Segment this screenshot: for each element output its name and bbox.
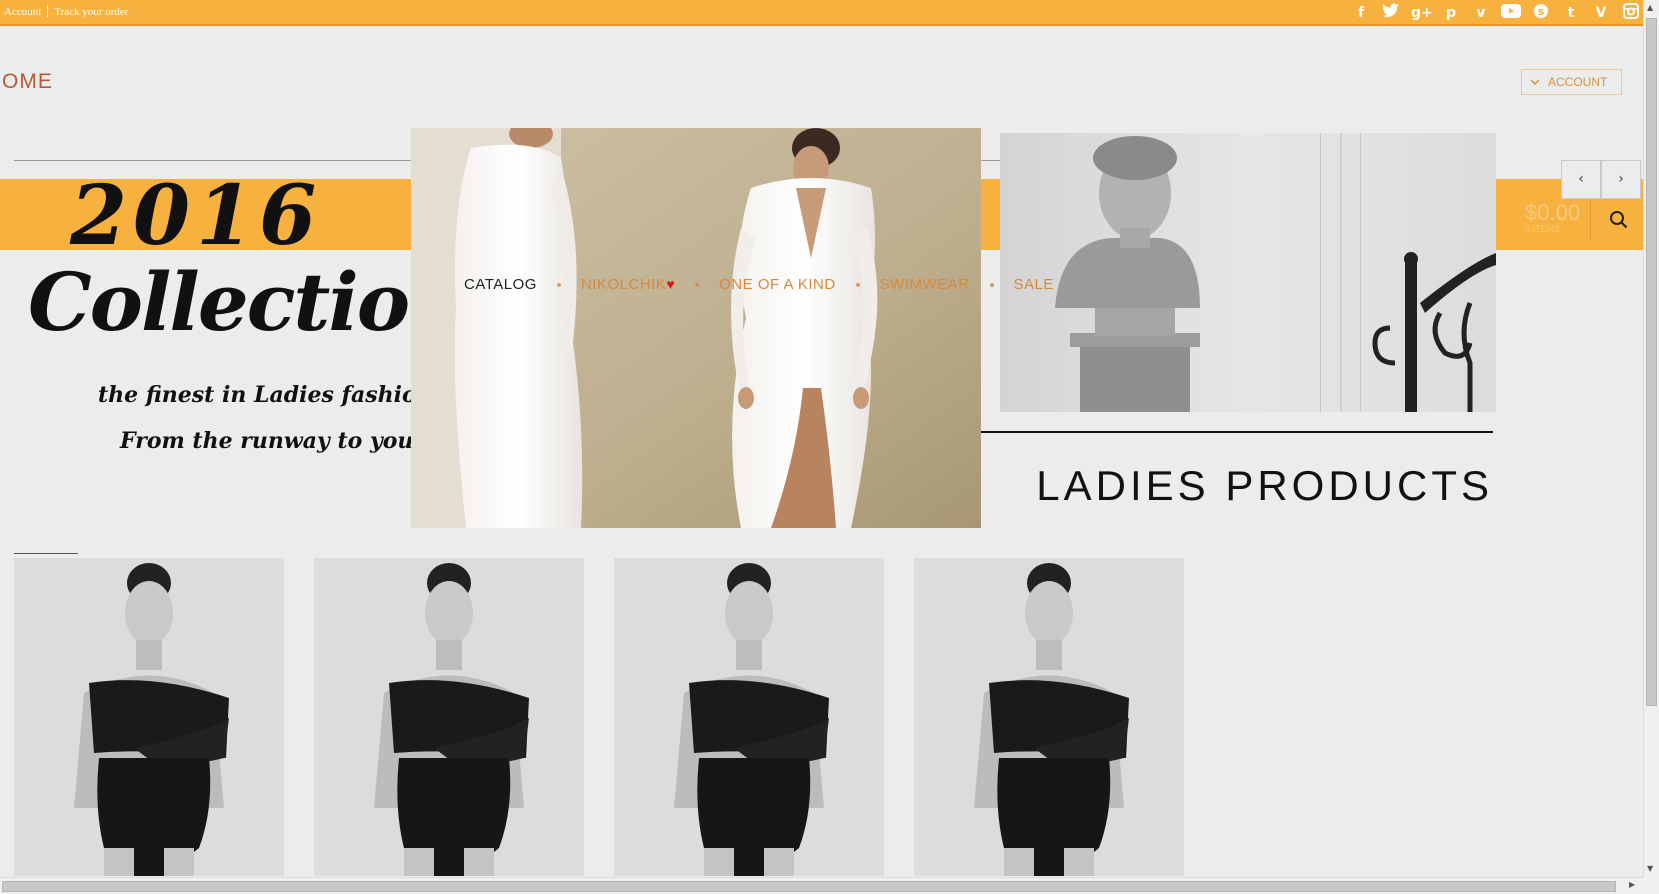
scroll-right-arrow-icon[interactable]: ▶ <box>1629 880 1635 889</box>
nav-separator <box>695 282 700 287</box>
page: Account Track your order f g+ p v s t V O… <box>0 0 1659 894</box>
nav-sale[interactable]: SALE <box>1014 276 1054 293</box>
scrollbar-corner <box>1643 877 1659 894</box>
skype-icon[interactable]: s <box>1531 3 1551 23</box>
google-plus-icon[interactable]: g+ <box>1411 3 1433 23</box>
cart-total[interactable]: $0.00 <box>1525 200 1580 226</box>
twitter-icon[interactable] <box>1381 3 1401 23</box>
heart-icon: ♥ <box>666 276 676 292</box>
track-order-link[interactable]: Track your order <box>54 6 128 18</box>
slider-prev-button[interactable]: ‹ <box>1561 160 1601 199</box>
nav-nikolchik[interactable]: NIKOLCHIK♥ <box>581 276 675 293</box>
account-dropdown-button[interactable]: ACCOUNT <box>1521 69 1622 95</box>
main-nav: CATALOG NIKOLCHIK♥ ONE OF A KIND SWIMWEA… <box>464 276 1054 293</box>
nav-swimwear[interactable]: SWIMWEAR <box>880 276 970 293</box>
collection-year: 2016 <box>70 168 323 264</box>
cart-items-count[interactable]: 0 ITEMS <box>1525 224 1560 234</box>
statue-banner-image[interactable] <box>1000 133 1496 412</box>
top-bar: Account Track your order f g+ p v s t V <box>0 0 1643 26</box>
product-tab-marker <box>14 553 78 554</box>
horizontal-scrollbar-thumb[interactable] <box>2 881 1616 892</box>
chevron-right-icon: › <box>1618 171 1624 187</box>
link-separator <box>47 5 49 17</box>
section-title: LADIES PRODUCTS <box>1036 462 1493 509</box>
nav-separator <box>556 282 561 287</box>
chevron-left-icon: ‹ <box>1578 171 1584 187</box>
collection-headline: Collection <box>28 255 466 349</box>
horizontal-scrollbar[interactable]: ▶ <box>0 877 1643 894</box>
scroll-up-arrow-icon[interactable]: ▲ <box>1647 3 1653 12</box>
search-divider <box>1590 198 1591 240</box>
youtube-icon[interactable] <box>1501 3 1521 23</box>
collection-tagline: the finest in Ladies fashion <box>98 382 433 408</box>
section-divider <box>981 431 1493 433</box>
product-card[interactable] <box>614 558 884 876</box>
product-card[interactable] <box>914 558 1184 876</box>
nav-nikolchik-label: NIKOLCHIK <box>580 276 667 293</box>
nav-separator <box>855 282 860 287</box>
social-icons: f g+ p v s t V <box>1351 3 1641 23</box>
slider-next-button[interactable]: › <box>1601 160 1641 199</box>
nav-catalog[interactable]: CATALOG <box>464 276 537 293</box>
svg-text:s: s <box>1538 5 1545 18</box>
nav-separator <box>989 282 994 287</box>
instagram-icon[interactable] <box>1621 3 1641 23</box>
chevron-down-icon <box>1530 70 1540 103</box>
tumblr-icon[interactable]: t <box>1561 3 1581 23</box>
vimeo-icon[interactable]: v <box>1471 3 1491 23</box>
nav-one-of-a-kind[interactable]: ONE OF A KIND <box>719 276 836 293</box>
account-label: ACCOUNT <box>1548 75 1608 89</box>
vine-icon[interactable]: V <box>1591 3 1611 23</box>
vertical-scrollbar-thumb[interactable] <box>1646 18 1657 706</box>
scroll-down-arrow-icon[interactable]: ▼ <box>1647 864 1653 873</box>
vertical-scrollbar[interactable]: ▲ ▼ <box>1643 0 1659 894</box>
account-link[interactable]: Account <box>4 6 41 18</box>
collection-tagline-secondary: From the runway to you <box>120 428 414 454</box>
hero-banner-image[interactable] <box>411 128 981 528</box>
pinterest-icon[interactable]: p <box>1441 3 1461 23</box>
facebook-icon[interactable]: f <box>1351 3 1371 23</box>
top-links: Account Track your order <box>4 5 128 18</box>
product-card[interactable] <box>314 558 584 876</box>
search-icon[interactable] <box>1604 205 1634 235</box>
home-link[interactable]: OME <box>2 70 53 94</box>
product-card[interactable] <box>14 558 284 876</box>
